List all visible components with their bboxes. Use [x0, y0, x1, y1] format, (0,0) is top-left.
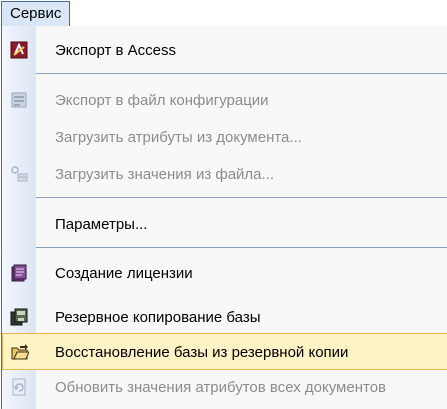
- menu-item-backup[interactable]: Резервное копирование базы: [2, 299, 447, 336]
- backup-icon: [10, 308, 28, 326]
- menu-item-load-attributes[interactable]: Загрузить атрибуты из документа...: [2, 119, 447, 156]
- license-icon: [10, 264, 28, 282]
- menu-item-label: Загрузить значения из файла...: [55, 166, 275, 183]
- menu-item-label: Резервное копирование базы: [55, 309, 261, 326]
- load-values-icon: [10, 165, 28, 183]
- access-icon: [10, 41, 28, 59]
- menu-item-label: Экспорт в Access: [55, 42, 177, 59]
- config-export-icon: [10, 91, 28, 109]
- menu-item-label: Загрузить атрибуты из документа...: [55, 129, 302, 146]
- menu-item-label: Экспорт в файл конфигурации: [55, 92, 269, 109]
- menu-item-parameters[interactable]: Параметры...: [2, 206, 447, 243]
- service-dropdown-menu: Экспорт в Access Экспорт в файл конфигур…: [1, 26, 447, 409]
- refresh-document-icon: [10, 378, 28, 396]
- menu-item-export-config[interactable]: Экспорт в файл конфигурации: [2, 82, 447, 119]
- menu-separator: [36, 73, 447, 74]
- restore-folder-icon: [11, 343, 30, 361]
- menu-separator: [36, 247, 447, 248]
- menu-bar: Сервис: [0, 0, 447, 27]
- menu-item-export-access[interactable]: Экспорт в Access: [2, 32, 447, 69]
- menu-title-service[interactable]: Сервис: [1, 1, 71, 26]
- menu-item-create-license[interactable]: Создание лицензии: [2, 255, 447, 292]
- menu-item-label: Восстановление базы из резервной копии: [55, 344, 349, 361]
- menu-item-label: Создание лицензии: [55, 265, 193, 282]
- menu-item-load-values[interactable]: Загрузить значения из файла...: [2, 156, 447, 193]
- menu-separator: [36, 197, 447, 198]
- menu-item-label: Обновить значения атрибутов всех докумен…: [55, 379, 387, 396]
- menu-item-refresh-attributes[interactable]: Обновить значения атрибутов всех докумен…: [2, 369, 447, 406]
- menu-item-restore[interactable]: Восстановление базы из резервной копии: [2, 333, 447, 370]
- menu-item-label: Параметры...: [55, 216, 148, 233]
